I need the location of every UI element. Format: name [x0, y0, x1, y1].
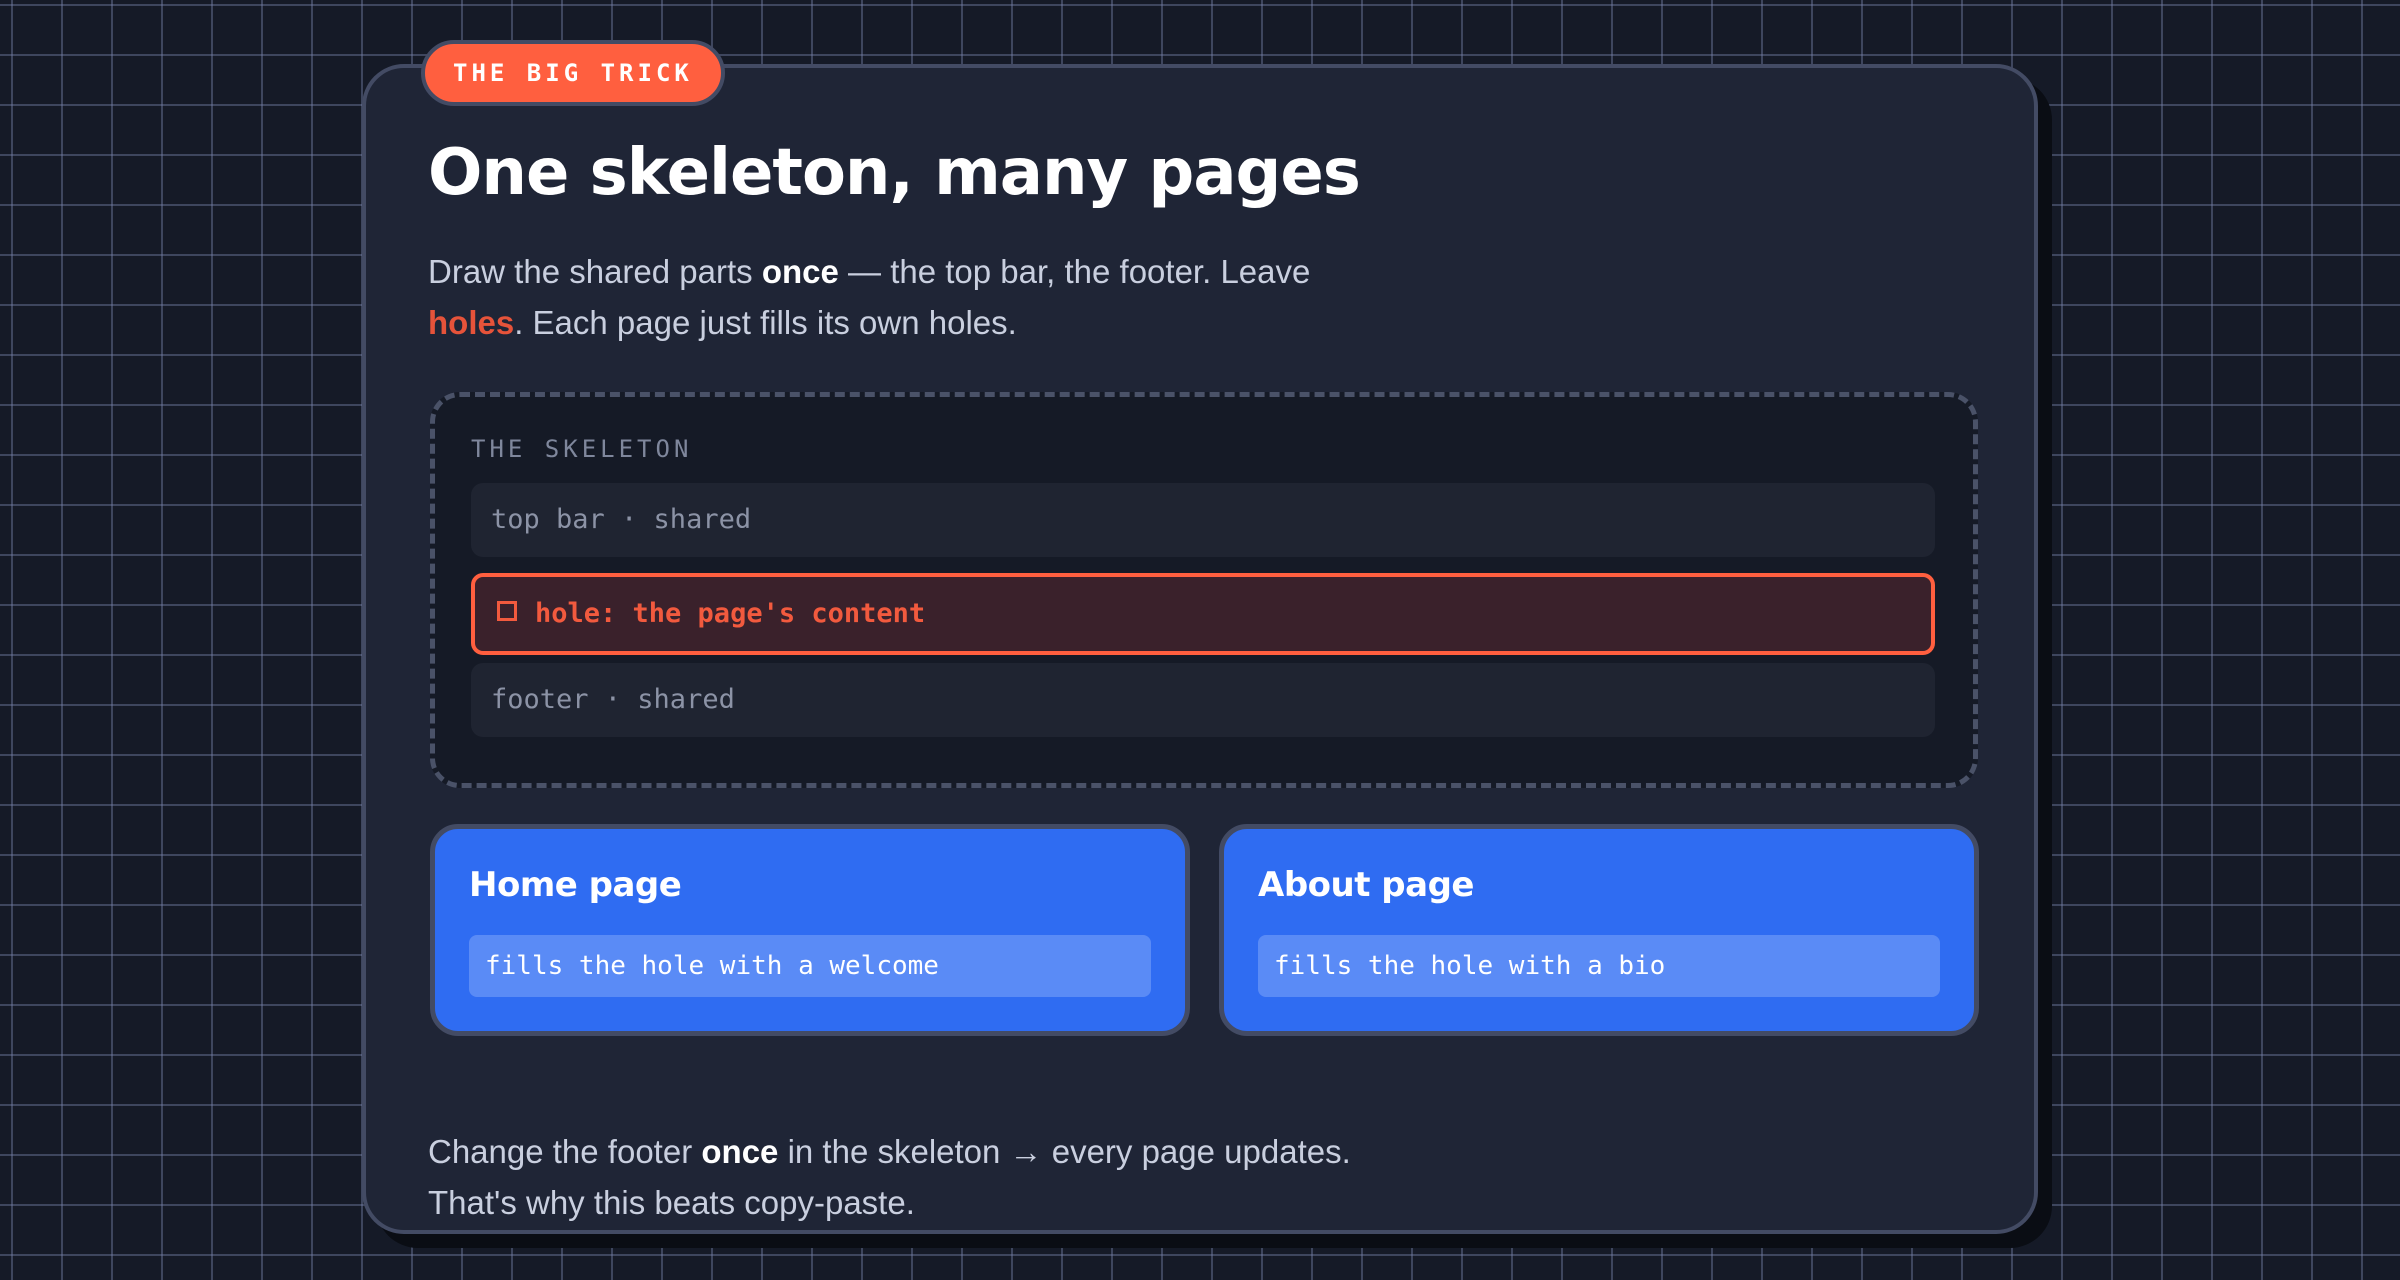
skeleton-hole-label: hole: the page's content [535, 598, 926, 629]
intro-text-part: Draw the shared parts [428, 253, 762, 290]
intro-text-part: — the top bar, the footer. Leave [838, 253, 1311, 290]
footnote-part: Change the footer [428, 1133, 702, 1170]
about-page-title: About page [1258, 865, 1474, 905]
footnote-part: in the skeleton → every page updates. [778, 1133, 1351, 1170]
hole-square-icon [497, 601, 517, 621]
footnote-emphasis-once: once [701, 1133, 779, 1170]
intro-emphasis-holes: holes [428, 304, 515, 341]
skeleton-footer: footer · shared [471, 663, 1935, 737]
footnote-text: Change the footer once in the skeleton →… [428, 1126, 1728, 1228]
section-badge: THE BIG TRICK [421, 40, 725, 106]
skeleton-label: THE SKELETON [471, 435, 693, 463]
about-page-fill: fills the hole with a bio [1258, 935, 1940, 997]
home-page-title: Home page [469, 865, 682, 905]
intro-emphasis-once: once [761, 253, 839, 290]
intro-text: Draw the shared parts once — the top bar… [428, 246, 1428, 348]
skeleton-hole: hole: the page's content [471, 573, 1935, 655]
intro-text-part: . Each page just fills its own holes. [514, 304, 1017, 341]
skeleton-diagram: THE SKELETON top bar · shared hole: the … [430, 392, 1978, 788]
page-title: One skeleton, many pages [428, 136, 1361, 210]
trick-card: THE BIG TRICK One skeleton, many pages D… [362, 40, 2038, 1234]
about-page-card: About page fills the hole with a bio [1219, 824, 1979, 1036]
home-page-card: Home page fills the hole with a welcome [430, 824, 1190, 1036]
skeleton-top-bar: top bar · shared [471, 483, 1935, 557]
home-page-fill: fills the hole with a welcome [469, 935, 1151, 997]
footnote-line2: That's why this beats copy-paste. [428, 1184, 915, 1221]
